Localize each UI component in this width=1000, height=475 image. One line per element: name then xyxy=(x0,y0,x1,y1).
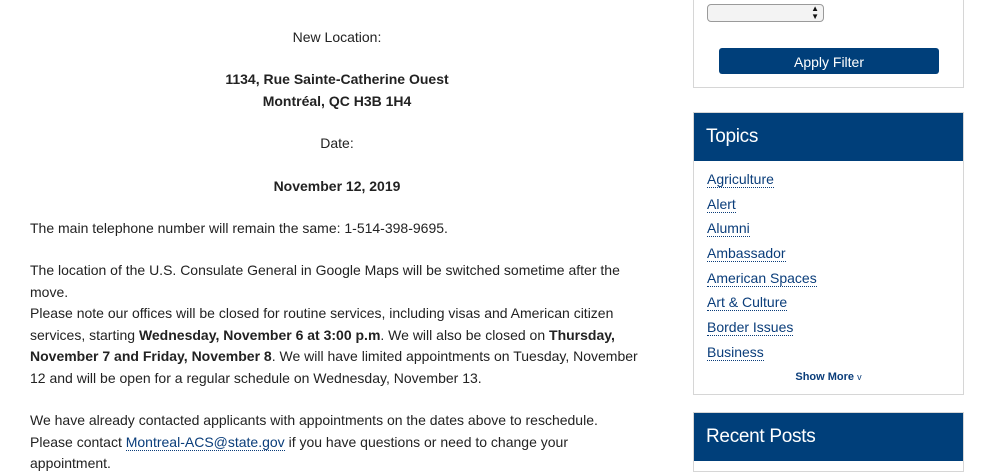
new-location-label: New Location: xyxy=(292,29,382,45)
topic-link-business[interactable]: Business xyxy=(707,343,764,361)
recent-posts-panel: Recent Posts xyxy=(693,412,964,472)
topics-list: Agriculture Alert Alumni Ambassador Amer… xyxy=(694,161,963,365)
closure-bold-1: Wednesday, November 6 at 3:00 p.m xyxy=(138,326,381,343)
address-line-2: Montréal, QC H3B 1H4 xyxy=(262,93,412,109)
apply-filter-button[interactable]: Apply Filter xyxy=(719,48,939,74)
email-link[interactable]: Montreal-ACS@state.gov xyxy=(125,433,285,451)
closure-paragraph: Please note our offices will be closed f… xyxy=(30,303,642,389)
topic-item: Art & Culture xyxy=(707,290,963,315)
topic-item: Agriculture xyxy=(707,167,963,192)
topic-link-art-culture[interactable]: Art & Culture xyxy=(707,294,788,312)
date-label: Date: xyxy=(320,135,354,151)
topic-item: American Spaces xyxy=(707,266,963,291)
topic-item: Alert xyxy=(707,192,963,217)
address-line-1: 1134, Rue Sainte-Catherine Ouest xyxy=(225,71,449,87)
filter-select[interactable]: ▲ ▼ xyxy=(707,4,824,22)
topic-link-agriculture[interactable]: Agriculture xyxy=(707,171,774,188)
date-value: November 12, 2019 xyxy=(273,178,401,194)
select-arrows-icon: ▲ ▼ xyxy=(811,4,819,21)
filter-panel: ▲ ▼ Apply Filter xyxy=(693,0,964,88)
topic-link-american-spaces[interactable]: American Spaces xyxy=(707,269,817,287)
phone-paragraph: The main telephone number will remain th… xyxy=(30,220,448,236)
topics-panel: Topics Agriculture Alert Alumni Ambassad… xyxy=(693,112,964,395)
topic-link-alumni[interactable]: Alumni xyxy=(707,220,750,238)
topic-item: Alumni xyxy=(707,216,963,241)
closure-text-2: . We will also be closed on xyxy=(380,326,550,343)
topic-item: Border Issues xyxy=(707,315,963,340)
chevron-down-icon: v xyxy=(857,372,862,382)
topic-link-alert[interactable]: Alert xyxy=(707,195,736,213)
topic-item: Ambassador xyxy=(707,241,963,266)
topic-link-ambassador[interactable]: Ambassador xyxy=(707,245,786,263)
topic-link-border-issues[interactable]: Border Issues xyxy=(707,319,794,337)
topic-item: Business xyxy=(707,340,963,365)
show-more-button[interactable]: Show More v xyxy=(694,371,963,383)
show-more-label: Show More xyxy=(795,371,855,383)
contact-paragraph: We have already contacted applicants wit… xyxy=(30,410,620,475)
topics-heading: Topics xyxy=(694,113,963,161)
maps-paragraph: The location of the U.S. Consulate Gener… xyxy=(30,262,620,300)
recent-posts-heading: Recent Posts xyxy=(694,413,963,461)
